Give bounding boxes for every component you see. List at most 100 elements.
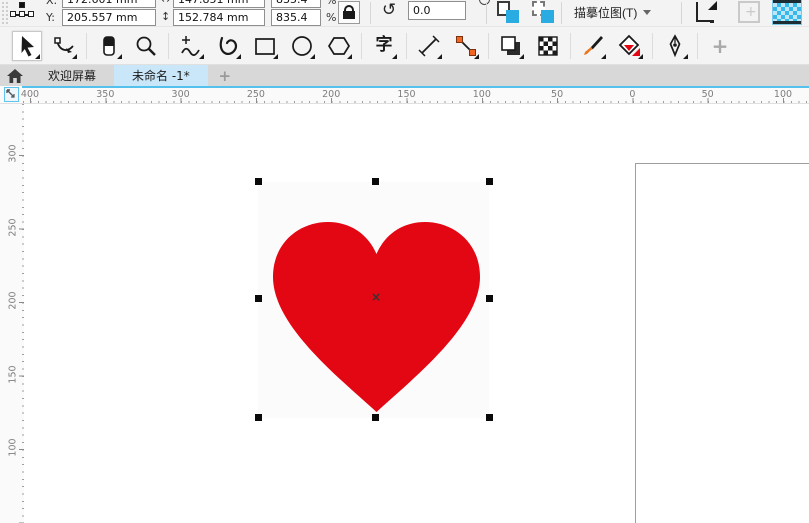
h-ruler-label: 50	[702, 89, 714, 100]
ruler-origin-corner[interactable]	[0, 86, 22, 104]
h-ruler-label: 0	[629, 89, 635, 100]
magnifier-icon	[134, 34, 158, 58]
rectangle-tool[interactable]	[250, 31, 280, 61]
home-icon	[7, 69, 23, 83]
add-tool-button[interactable]: +	[705, 31, 735, 61]
polygon-tool[interactable]	[324, 31, 354, 61]
h-ruler-label: 150	[397, 89, 415, 100]
rotation-dial-icon[interactable]	[479, 0, 490, 5]
ellipse-tool[interactable]	[287, 31, 317, 61]
checkerboard-icon	[536, 34, 560, 58]
separator	[681, 2, 682, 24]
separator	[488, 33, 489, 59]
scale-height-percent-label: %	[326, 11, 336, 24]
h-ruler-label: 350	[96, 89, 114, 100]
x-position-label: X:	[46, 0, 57, 7]
dropdown-arrow-icon	[643, 10, 651, 15]
selection-handle[interactable]	[255, 178, 262, 185]
lock-ratio-button[interactable]	[338, 1, 360, 24]
vertical-ruler[interactable]: 300 250 200 150 100	[0, 104, 24, 523]
selection-handle[interactable]	[486, 414, 493, 421]
plus-icon: +	[712, 34, 729, 58]
transparency-tool[interactable]	[533, 31, 563, 61]
ruler-origin-icon	[4, 87, 19, 102]
horizontal-ruler[interactable]: 40035030025020015010050050100	[22, 86, 809, 104]
interactive-fill-tool[interactable]	[615, 31, 645, 61]
ruler-row: 40035030025020015010050050100	[0, 86, 809, 104]
selection-center-marker: ×	[369, 290, 383, 304]
selection-handle[interactable]	[255, 414, 262, 421]
separator	[86, 33, 87, 59]
dimension-tool[interactable]	[414, 31, 444, 61]
object-width-input[interactable]	[173, 0, 265, 8]
pick-tool[interactable]	[12, 31, 42, 61]
y-position-label: Y:	[46, 11, 55, 24]
home-tab[interactable]	[0, 65, 30, 86]
selection-handle[interactable]	[486, 295, 493, 302]
selection-handle[interactable]	[372, 414, 379, 421]
h-ruler-label: 50	[551, 89, 563, 100]
object-width-icon: ↔	[161, 0, 170, 6]
freehand-tool[interactable]	[176, 31, 206, 61]
separator	[486, 2, 487, 24]
v-ruler-label: 150	[8, 364, 19, 384]
separator	[652, 33, 653, 59]
trace-bitmap-label: 描摹位图(T)	[574, 4, 637, 21]
h-ruler-label: 100	[774, 89, 792, 100]
lock-icon	[343, 11, 355, 19]
object-origin-selector[interactable]	[10, 0, 36, 21]
property-bar: X: Y: ↔ ↕ % % ↺ 描摹位图(T)	[0, 0, 809, 27]
toolbar-grip[interactable]	[0, 0, 8, 26]
x-position-input[interactable]	[62, 0, 156, 8]
separator	[168, 33, 169, 59]
v-ruler-label: 300	[8, 144, 19, 164]
tab-welcome-label: 欢迎屏幕	[48, 67, 96, 84]
h-ruler-label: 400	[21, 89, 39, 100]
curve-tool[interactable]	[213, 31, 243, 61]
v-ruler-label: 250	[8, 217, 19, 237]
h-ruler-label: 200	[322, 89, 340, 100]
scale-width-percent-label: %	[326, 0, 336, 7]
connector-tool[interactable]	[451, 31, 481, 61]
v-ruler-label: 200	[8, 291, 19, 311]
h-ruler-label: 100	[473, 89, 491, 100]
new-document-tab-button[interactable]: +	[208, 65, 242, 86]
trace-bitmap-button[interactable]: 描摹位图(T)	[568, 1, 657, 24]
drawing-canvas[interactable]: 300 250 200 150 100 ×	[0, 104, 809, 523]
zoom-tool[interactable]	[131, 31, 161, 61]
separator	[697, 33, 698, 59]
separator	[406, 33, 407, 59]
separator	[361, 33, 362, 59]
heart-image[interactable]	[265, 213, 488, 412]
straighten-image-icon[interactable]	[694, 0, 718, 24]
y-position-input[interactable]	[62, 9, 156, 26]
rotation-angle-icon: ↺	[382, 0, 396, 20]
adjust-bitmap-icon-disabled	[738, 1, 760, 23]
separator	[561, 2, 562, 24]
object-height-icon: ↕	[161, 10, 170, 23]
rotation-angle-input[interactable]	[408, 1, 466, 20]
separator	[370, 2, 371, 24]
resample-bitmap-icon[interactable]	[531, 0, 555, 24]
selection-handle[interactable]	[255, 295, 262, 302]
scale-height-input[interactable]	[271, 9, 321, 26]
drop-shadow-tool[interactable]	[496, 31, 526, 61]
edit-bitmap-icon[interactable]	[496, 0, 520, 24]
bitmap-transparency-icon[interactable]	[773, 0, 801, 24]
tab-document-label: 未命名 -1*	[132, 67, 190, 84]
text-tool-glyph: 字	[376, 37, 393, 54]
selection-handle[interactable]	[372, 178, 379, 185]
eyedropper-tool[interactable]	[578, 31, 608, 61]
selection-handle[interactable]	[486, 178, 493, 185]
text-tool[interactable]: 字	[369, 31, 399, 61]
heart-shape[interactable]	[273, 222, 480, 412]
tab-untitled-document[interactable]: 未命名 -1*	[114, 65, 208, 86]
shape-tool[interactable]	[49, 31, 79, 61]
outline-pen-tool[interactable]	[660, 31, 690, 61]
object-height-input[interactable]	[173, 9, 265, 26]
separator	[570, 33, 571, 59]
eraser-tool[interactable]	[94, 31, 124, 61]
v-ruler-label: 100	[8, 438, 19, 458]
tab-welcome-screen[interactable]: 欢迎屏幕	[30, 65, 114, 86]
scale-width-input[interactable]	[271, 0, 321, 8]
